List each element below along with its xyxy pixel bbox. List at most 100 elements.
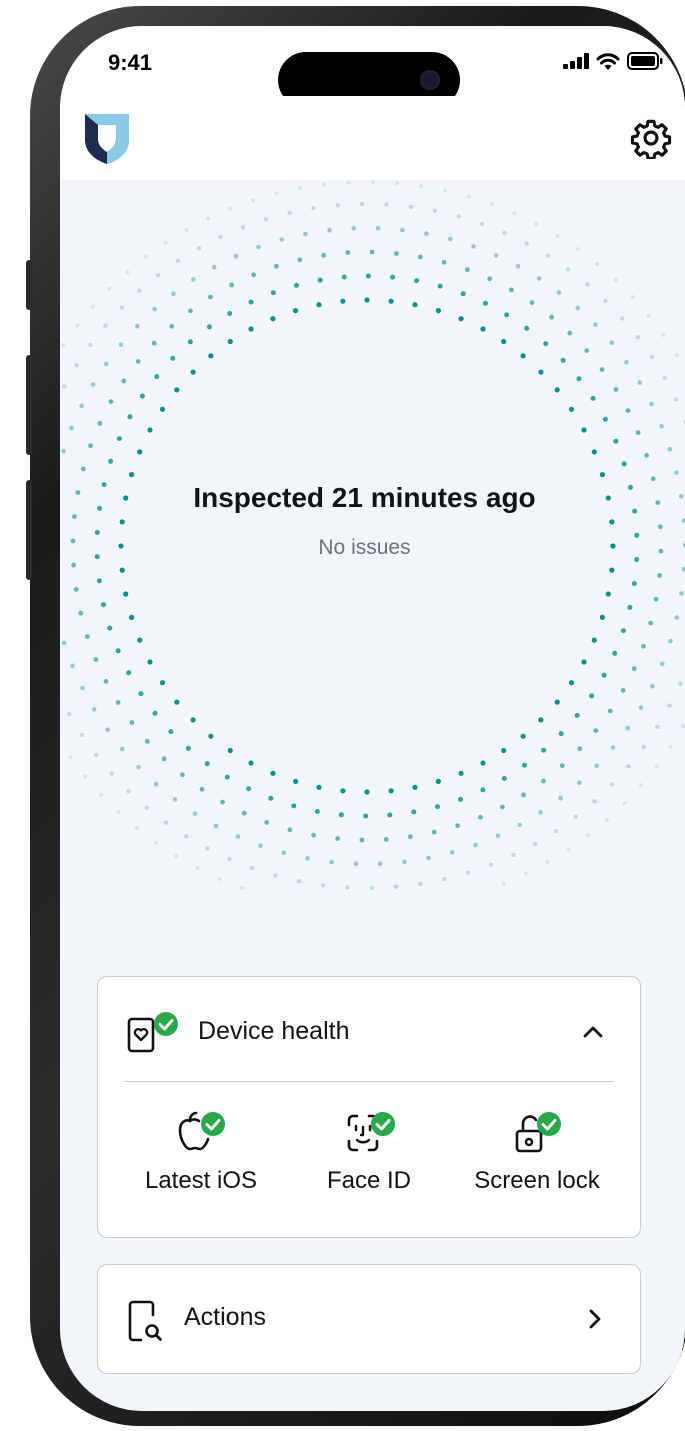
action-button (26, 260, 32, 310)
settings-button[interactable] (629, 116, 673, 160)
ring-dot (105, 727, 110, 733)
ring-dot (565, 267, 571, 272)
ring-dot (384, 202, 389, 207)
ring-dot (96, 578, 102, 584)
ring-dot (493, 253, 499, 258)
ring-dot (169, 323, 175, 329)
ring-dot (270, 770, 276, 776)
ring-dot (567, 330, 573, 336)
actions-card[interactable]: Actions (97, 1264, 641, 1374)
ring-dot (620, 688, 626, 693)
ring-dot (635, 335, 640, 340)
ring-dot (249, 865, 255, 871)
ring-dot (137, 449, 143, 455)
ring-dot (591, 637, 597, 643)
ring-dot (170, 355, 176, 361)
ring-dot (480, 787, 486, 793)
ring-dot (94, 752, 99, 757)
ring-dot (281, 850, 286, 856)
ring-dot (80, 466, 86, 472)
apple-icon (178, 1111, 225, 1151)
ring-dot (593, 322, 598, 327)
wifi-icon (596, 53, 620, 70)
ring-dot (431, 829, 437, 835)
ring-dot (153, 781, 159, 787)
device-heart-icon (126, 1009, 182, 1060)
ring-dot (93, 657, 99, 662)
ring-dot (139, 393, 145, 399)
ring-dot (394, 884, 399, 889)
ring-dot (488, 862, 494, 867)
ring-dot (595, 261, 600, 267)
ring-dot (127, 414, 133, 420)
ring-dot (353, 861, 359, 867)
ring-dot (321, 252, 326, 258)
ring-dot (168, 729, 174, 735)
ring-dot (297, 257, 303, 263)
ring-dot (370, 180, 375, 185)
ring-dot (134, 825, 139, 831)
ring-dot (335, 836, 340, 841)
ring-dot (609, 567, 615, 573)
ring-dot (395, 181, 400, 186)
ring-dot (464, 267, 470, 272)
ring-dot (240, 885, 245, 890)
ring-dot (135, 359, 141, 364)
device-health-header[interactable]: Device health (98, 977, 640, 1081)
check-item-screen-lock[interactable]: Screen lock (452, 1111, 622, 1195)
ring-dot (228, 206, 233, 211)
ring-dot (609, 340, 614, 346)
ring-dot (171, 291, 176, 296)
ring-dot (174, 854, 179, 859)
ring-dot (400, 227, 405, 233)
ring-dot (116, 809, 121, 815)
battery-icon (627, 52, 663, 70)
ring-dot (538, 369, 544, 375)
ring-dot (501, 776, 507, 781)
ring-dot (143, 254, 149, 259)
ring-dot (108, 458, 114, 464)
ring-dot (340, 298, 346, 304)
ring-dot (641, 643, 646, 649)
ring-dot (601, 672, 607, 678)
ring-dot (388, 788, 394, 794)
ring-dot (387, 812, 393, 818)
ring-dot (523, 871, 528, 876)
ring-dot (274, 191, 279, 196)
ring-dot (152, 307, 157, 312)
device-health-divider (124, 1081, 614, 1082)
unlock-icon (515, 1112, 561, 1153)
ring-dot (529, 300, 535, 306)
ring-dot (465, 870, 471, 875)
ring-dot (673, 397, 679, 402)
ring-dot (383, 837, 389, 842)
ring-dot (316, 784, 322, 790)
ring-dot (637, 380, 643, 385)
ring-dot (466, 194, 471, 199)
check-item-latest-ios[interactable]: Latest iOS (116, 1111, 286, 1195)
ring-dot (108, 399, 114, 404)
ring-dot (322, 182, 327, 187)
ring-dot (681, 723, 685, 729)
ring-dot (264, 820, 270, 825)
ring-dot (678, 494, 684, 499)
inspection-status-title: Inspected 21 minutes ago (193, 482, 536, 513)
ring-dot (263, 217, 269, 222)
app-header (60, 96, 685, 180)
ring-dot (80, 685, 85, 691)
ring-dot (369, 885, 375, 890)
ring-dot (224, 774, 230, 780)
ring-dot (61, 343, 66, 348)
ring-dot (144, 805, 149, 810)
ring-dot (68, 755, 73, 760)
ring-dot (88, 443, 93, 449)
ring-dot (625, 725, 630, 731)
ring-dot (471, 244, 476, 249)
check-item-face-id[interactable]: Face ID (284, 1111, 454, 1195)
ring-dot (218, 234, 223, 240)
ring-dot (227, 311, 233, 316)
inspection-status-subtitle: No issues (318, 536, 411, 559)
ring-dot (655, 724, 660, 729)
ring-dot (624, 359, 629, 365)
front-camera (420, 70, 440, 90)
